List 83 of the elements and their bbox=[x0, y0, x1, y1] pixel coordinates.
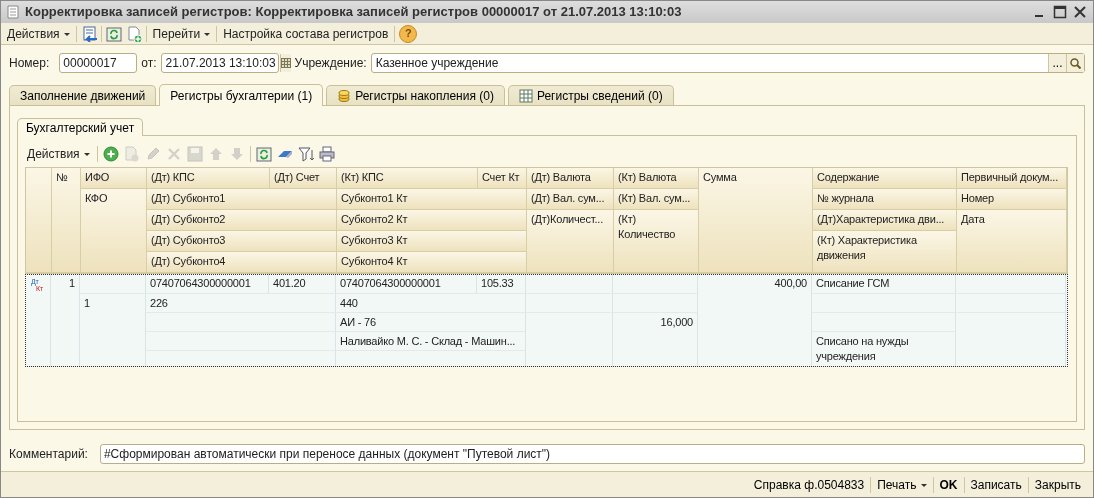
column-header[interactable]: (Кт) Валюта bbox=[614, 168, 699, 189]
column-header[interactable]: № журнала bbox=[813, 189, 957, 210]
print-menu-button[interactable]: Печать bbox=[870, 476, 933, 493]
table-cell: Наливайко М. С. - Склад - Машин... bbox=[336, 332, 526, 351]
refresh-icon[interactable] bbox=[255, 146, 272, 162]
column-header[interactable]: КФО bbox=[81, 189, 147, 273]
window-title: Корректировка записей регистров: Корректировка записей регистров 00000017 от 21.07.2013 13:10:03 bbox=[25, 3, 683, 22]
column-header[interactable]: № bbox=[52, 168, 81, 273]
field-label: Комментарий: bbox=[9, 446, 88, 463]
footer-button[interactable]: Закрыть bbox=[1027, 476, 1087, 493]
tab[interactable]: Регистры сведений (0) bbox=[507, 85, 674, 105]
table-cell: Списано на нужды учреждения bbox=[812, 332, 956, 367]
table-cell: 400,00 bbox=[698, 274, 812, 367]
field-label: от: bbox=[141, 55, 157, 72]
column-header[interactable]: (Дт) Валюта bbox=[527, 168, 614, 189]
search-button[interactable] bbox=[1066, 54, 1084, 72]
column-header[interactable]: (Кт) КПС bbox=[337, 168, 478, 189]
column-header[interactable]: (Кт) Вал. сум... bbox=[614, 189, 699, 210]
tab[interactable]: Бухгалтерский учет bbox=[17, 118, 144, 136]
footer-button[interactable]: OK bbox=[932, 476, 964, 493]
tab[interactable]: Регистры бухгалтерии (1) bbox=[159, 84, 324, 106]
table-cell: АИ - 76 bbox=[336, 313, 526, 332]
column-header[interactable]: (Дт) КПС bbox=[147, 168, 270, 189]
tab[interactable]: Регистры накопления (0) bbox=[326, 85, 505, 105]
table-cell: 1 bbox=[80, 294, 146, 367]
table-cell: Списание ГСМ bbox=[812, 274, 956, 294]
column-header[interactable]: Первичный докум... bbox=[957, 168, 1067, 189]
number-field[interactable]: 00000017 bbox=[59, 53, 138, 73]
column-header[interactable]: (Дт) Субконто4 bbox=[147, 252, 337, 273]
column-header[interactable]: (Дт) Субконто3 bbox=[147, 231, 337, 252]
help-button[interactable]: ? bbox=[399, 24, 418, 43]
column-header[interactable]: Счет Кт bbox=[478, 168, 527, 189]
search-icon bbox=[1070, 57, 1081, 69]
comment-field[interactable]: #Сформирован автоматически при переносе данных (документ "Путевой лист") bbox=[99, 444, 1085, 464]
filter-icon[interactable] bbox=[297, 146, 314, 162]
menu-button[interactable]: Перейти bbox=[150, 24, 213, 43]
column-header[interactable]: Содержание bbox=[813, 168, 957, 189]
refresh-icon[interactable] bbox=[105, 25, 122, 42]
settings-link[interactable]: Настройка состава регистров bbox=[221, 24, 391, 43]
print-icon[interactable] bbox=[318, 146, 335, 162]
table-cell: 105.33 bbox=[477, 274, 526, 294]
document-add-icon[interactable] bbox=[125, 25, 142, 42]
column-header[interactable]: (Кт) Характеристика движения bbox=[813, 231, 957, 273]
column-header[interactable]: Субконто4 Кт bbox=[337, 252, 527, 273]
table-cell: 16,000 bbox=[613, 313, 698, 367]
menu-button[interactable]: Действия bbox=[25, 145, 92, 163]
calendar-icon bbox=[280, 58, 291, 68]
column-header[interactable]: (Дт) Счет bbox=[270, 168, 337, 189]
table-cell: 1 bbox=[51, 274, 80, 367]
table-cell: 226 bbox=[146, 294, 336, 313]
maximize-icon[interactable] bbox=[1053, 5, 1067, 19]
add-icon[interactable] bbox=[102, 146, 119, 162]
column-header[interactable]: (Дт)Характеристика дви... bbox=[813, 210, 957, 231]
footer-button[interactable]: Справка ф.0504833 bbox=[747, 476, 871, 493]
footer-button[interactable]: Записать bbox=[963, 476, 1028, 493]
table-icon bbox=[518, 88, 533, 103]
column-header[interactable]: ИФО bbox=[81, 168, 147, 189]
table-cell: 440 bbox=[336, 294, 526, 313]
field-label: Учреждение: bbox=[294, 55, 367, 72]
close-icon[interactable] bbox=[1073, 5, 1087, 19]
tab[interactable]: Заполнение движений bbox=[9, 85, 157, 105]
column-header[interactable]: Сумма bbox=[699, 168, 813, 273]
table-cell: 401.20 bbox=[269, 274, 336, 294]
menu-button[interactable]: Действия bbox=[5, 24, 72, 43]
table-cell: 07407064300000001 bbox=[146, 274, 269, 294]
organization-field[interactable]: Казенное учреждение ... bbox=[370, 53, 1085, 73]
column-header[interactable]: (Дт)Количест... bbox=[527, 210, 614, 273]
field-label: Номер: bbox=[9, 55, 50, 72]
column-header[interactable]: Субконто1 Кт bbox=[337, 189, 527, 210]
column-header[interactable]: (Дт) Вал. сум... bbox=[527, 189, 614, 210]
coins-icon bbox=[337, 88, 352, 103]
select-button[interactable]: ... bbox=[1048, 54, 1066, 72]
column-header[interactable]: (Дт) Субконто2 bbox=[147, 210, 337, 231]
calendar-button[interactable] bbox=[279, 54, 291, 72]
document-icon bbox=[7, 5, 19, 19]
empty-cell bbox=[80, 274, 146, 294]
column-header[interactable]: Субконто3 Кт bbox=[337, 231, 527, 252]
column-header[interactable]: Дата bbox=[957, 210, 1067, 273]
table-cell: 07407064300000001 bbox=[336, 274, 477, 294]
column-header[interactable]: Номер bbox=[957, 189, 1067, 210]
column-header[interactable]: Субконто2 Кт bbox=[337, 210, 527, 231]
column-header[interactable]: (Дт) Субконто1 bbox=[147, 189, 337, 210]
column-header[interactable]: (Кт) Количество bbox=[614, 210, 699, 273]
